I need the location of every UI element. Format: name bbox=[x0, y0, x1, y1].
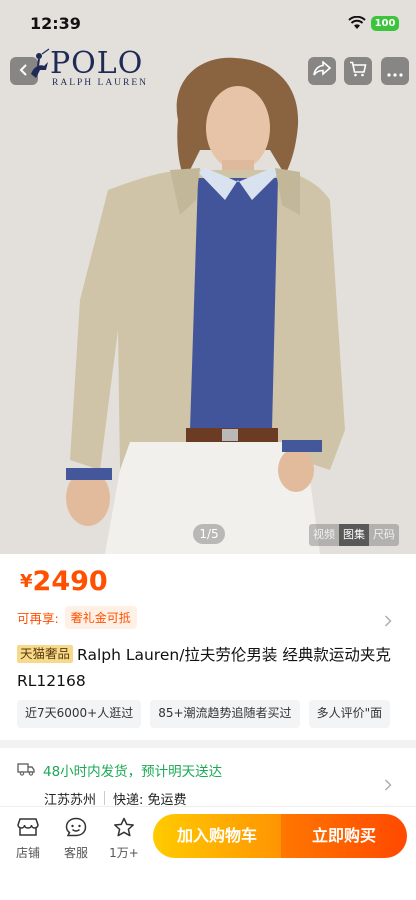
product-title-text: Ralph Lauren/拉夫劳伦男装 经典款运动夹克 RL12168 bbox=[17, 646, 391, 690]
store-icon bbox=[17, 817, 39, 841]
price: ¥2490 bbox=[20, 566, 108, 597]
wifi-icon bbox=[348, 15, 366, 34]
favorite-button[interactable]: 1万+ bbox=[104, 817, 144, 861]
share-button[interactable] bbox=[308, 57, 336, 85]
tab-size[interactable]: 尺码 bbox=[369, 524, 399, 546]
chevron-right-icon[interactable] bbox=[384, 776, 392, 795]
brand-subname: RALPH LAUREN bbox=[52, 78, 149, 88]
battery-indicator: 100 bbox=[371, 16, 399, 31]
product-image-gallery[interactable]: 12:39 100 POLO RALPH LAUREN 1/5 视频 图集 尺码 bbox=[0, 0, 416, 554]
buy-now-button[interactable]: 立即购买 bbox=[281, 814, 407, 858]
chat-face-icon bbox=[65, 817, 87, 841]
price-value: 2490 bbox=[32, 566, 108, 597]
product-title: 天猫奢品 Ralph Lauren/拉夫劳伦男装 经典款运动夹克 RL12168 bbox=[17, 642, 407, 694]
favorite-count: 1万+ bbox=[109, 846, 139, 860]
cart-button[interactable] bbox=[344, 57, 372, 85]
brand-name: POLO bbox=[50, 46, 144, 81]
divider bbox=[104, 791, 106, 805]
share-icon bbox=[313, 60, 332, 81]
store-button[interactable]: 店铺 bbox=[8, 817, 48, 861]
tab-video[interactable]: 视频 bbox=[309, 524, 339, 546]
cart-icon bbox=[349, 61, 367, 81]
perk-label: 可再享: bbox=[17, 611, 59, 626]
truck-icon bbox=[17, 761, 35, 780]
chevron-right-icon[interactable] bbox=[384, 612, 392, 631]
status-time: 12:39 bbox=[30, 14, 81, 33]
service-label: 客服 bbox=[63, 846, 88, 860]
gallery-page-indicator: 1/5 bbox=[193, 524, 225, 544]
brand-logo: POLO RALPH LAUREN bbox=[28, 44, 146, 94]
social-proof-tags: 近7天6000+人逛过 85+潮流趋势追随者买过 多人评价"面 bbox=[17, 700, 416, 728]
perk-row[interactable]: 可再享: 奢礼金可抵 bbox=[17, 606, 137, 629]
shipping-row[interactable]: 48小时内发货，预计明天送达 bbox=[17, 760, 222, 780]
tag-reviews[interactable]: 多人评价"面 bbox=[308, 700, 391, 728]
star-icon bbox=[113, 817, 135, 841]
shipping-eta: 48小时内发货，预计明天送达 bbox=[43, 764, 223, 780]
media-tabs: 视频 图集 尺码 bbox=[309, 524, 399, 546]
more-dots-icon bbox=[387, 62, 403, 81]
store-label: 店铺 bbox=[15, 846, 40, 860]
tab-gallery[interactable]: 图集 bbox=[339, 524, 369, 546]
tmall-luxury-badge: 天猫奢品 bbox=[17, 645, 74, 663]
customer-service-button[interactable]: 客服 bbox=[56, 817, 96, 861]
currency-symbol: ¥ bbox=[20, 571, 33, 592]
tag-visits[interactable]: 近7天6000+人逛过 bbox=[17, 700, 142, 728]
polo-player-icon bbox=[31, 48, 50, 78]
tag-buyers[interactable]: 85+潮流趋势追随者买过 bbox=[150, 700, 300, 728]
section-divider bbox=[0, 740, 416, 748]
status-bar: 12:39 100 bbox=[0, 0, 416, 48]
perk-chip: 奢礼金可抵 bbox=[64, 606, 137, 629]
add-to-cart-button[interactable]: 加入购物车 bbox=[153, 814, 281, 858]
more-button[interactable] bbox=[381, 57, 409, 85]
